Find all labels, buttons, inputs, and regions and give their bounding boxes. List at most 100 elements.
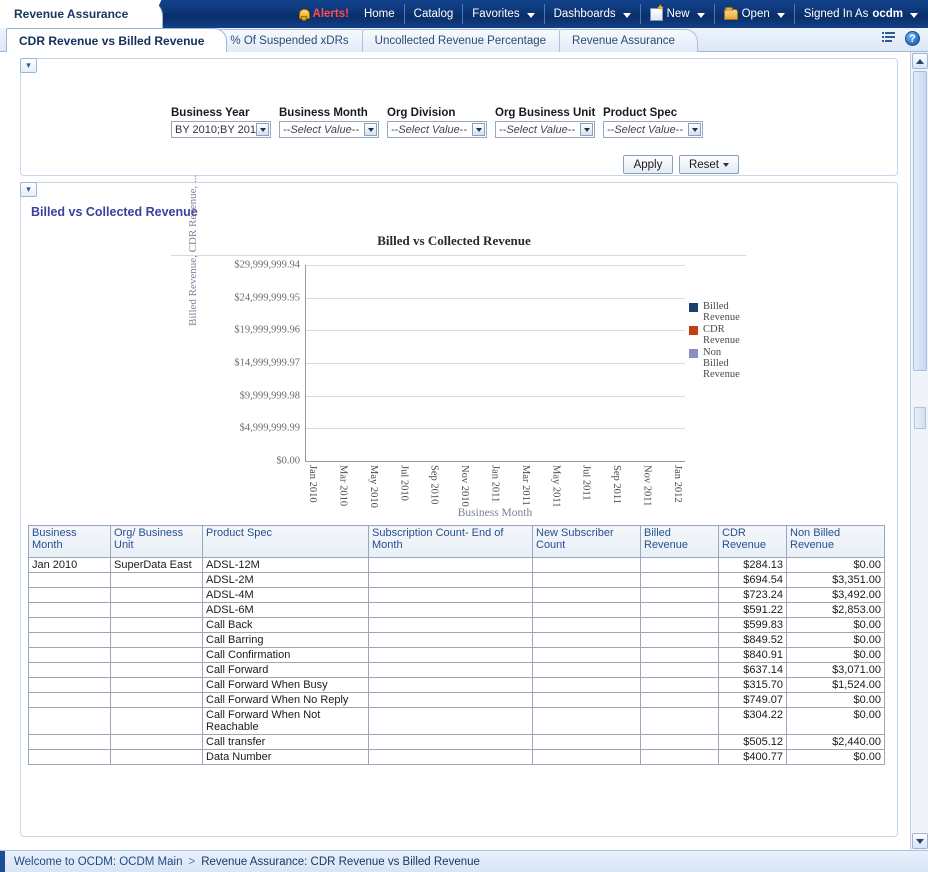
chevron-down-icon[interactable] [580,123,593,136]
cell-month [29,588,111,603]
chevron-down-icon [910,13,918,18]
cell-billed-revenue [641,750,719,765]
column-header-subscription-count[interactable]: Subscription Count- End of Month [369,526,533,558]
chart-y-tick-label: $9,999,999.98 [240,390,300,401]
apply-label: Apply [634,159,663,171]
chart-y-axis-label: Billed Revenue, CDR Revenue, ... [187,175,199,326]
collapse-report-panel-icon[interactable]: ▾ [20,182,37,197]
cell-org-business-unit [111,603,203,618]
scrollbar-track-mark[interactable] [914,407,926,429]
reset-button[interactable]: Reset [679,155,739,174]
cell-product-spec: ADSL-6M [203,603,369,618]
cell-month [29,735,111,750]
org-business-unit-select[interactable]: --Select Value-- [495,121,595,138]
tab-label: Uncollected Revenue Percentage [375,35,546,47]
org-division-select[interactable]: --Select Value-- [387,121,487,138]
column-header-business-month[interactable]: Business Month [29,526,111,558]
cell-month [29,693,111,708]
filter-actions: Apply Reset [623,155,739,174]
cell-non-billed-revenue: $0.00 [787,708,885,735]
column-header-billed-revenue[interactable]: Billed Revenue [641,526,719,558]
cell-month: Jan 2010 [29,558,111,573]
table-header-row: Business Month Org/ Business Unit Produc… [29,526,885,558]
tab-cdr-revenue-vs-billed-revenue[interactable]: CDR Revenue vs Billed Revenue [6,28,227,52]
report-panel: ▾ Billed vs Collected Revenue Billed vs … [20,182,898,837]
column-header-non-billed-revenue[interactable]: Non Billed Revenue [787,526,885,558]
column-header-new-subscriber-count[interactable]: New Subscriber Count [533,526,641,558]
table-row[interactable]: Call Forward When Not Reachable$304.22$0… [29,708,885,735]
cell-org-business-unit [111,693,203,708]
cell-org-business-unit [111,678,203,693]
filter-business-year: Business Year BY 2010;BY 2011; [171,107,271,138]
cell-org-business-unit [111,750,203,765]
nav-dashboards[interactable]: Dashboards [545,4,641,24]
chart-x-tick-label: Jan 2012 [672,465,683,503]
cell-billed-revenue [641,618,719,633]
table-row[interactable]: Call transfer$505.12$2,440.00 [29,735,885,750]
table-row[interactable]: ADSL-6M$591.22$2,853.00 [29,603,885,618]
column-header-cdr-revenue[interactable]: CDR Revenue [719,526,787,558]
chart-x-tick-label: Jan 2011 [490,465,501,502]
chart-y-axis-line [305,265,306,461]
nav-catalog[interactable]: Catalog [405,4,464,24]
breadcrumb-status-bar: Welcome to OCDM: OCDM Main > Revenue Ass… [0,850,928,872]
scrollbar-thumb[interactable] [913,71,927,371]
cell-subscription-count [369,735,533,750]
column-header-org-business-unit[interactable]: Org/ Business Unit [111,526,203,558]
chevron-down-icon [723,163,729,167]
global-nav: Alerts! Home Catalog Favorites Dashboard… [289,0,924,28]
table-row[interactable]: Jan 2010SuperData EastADSL-12M$284.13$0.… [29,558,885,573]
table-row[interactable]: Call Barring$849.52$0.00 [29,633,885,648]
tab-pct-of-suspended-xdrs[interactable]: % Of Suspended xDRs [217,29,371,52]
business-month-select[interactable]: --Select Value-- [279,121,379,138]
table-row[interactable]: ADSL-4M$723.24$3,492.00 [29,588,885,603]
nav-favorites[interactable]: Favorites [463,4,544,24]
cell-non-billed-revenue: $3,351.00 [787,573,885,588]
table-row[interactable]: ADSL-2M$694.54$3,351.00 [29,573,885,588]
table-row[interactable]: Call Forward When Busy$315.70$1,524.00 [29,678,885,693]
tab-revenue-assurance[interactable]: Revenue Assurance [559,29,698,52]
bell-icon [298,8,309,20]
table-row[interactable]: Call Confirmation$840.91$0.00 [29,648,885,663]
cell-non-billed-revenue: $0.00 [787,648,885,663]
scroll-down-button[interactable] [912,833,928,849]
chevron-down-icon [623,13,631,18]
breadcrumb-home[interactable]: Welcome to OCDM: OCDM Main [14,856,182,868]
chart-legend-item[interactable]: Billed Revenue [689,301,749,323]
scroll-up-button[interactable] [912,53,928,69]
chart-x-tick-label: Sep 2011 [611,465,622,504]
page-vertical-scrollbar[interactable] [910,52,928,850]
cell-cdr-revenue: $849.52 [719,633,787,648]
table-row[interactable]: Call Forward$637.14$3,071.00 [29,663,885,678]
billed-vs-collected-revenue-chart: Billed vs Collected Revenue Billed Reven… [21,231,887,531]
business-year-select[interactable]: BY 2010;BY 2011; [171,121,271,138]
table-row[interactable]: Call Forward When No Reply$749.07$0.00 [29,693,885,708]
cell-org-business-unit [111,618,203,633]
cell-subscription-count [369,750,533,765]
column-header-product-spec[interactable]: Product Spec [203,526,369,558]
cell-month [29,633,111,648]
nav-home[interactable]: Home [355,4,405,24]
cell-non-billed-revenue: $3,071.00 [787,663,885,678]
collapse-filter-panel-icon[interactable]: ▾ [20,58,37,73]
page-options-icon[interactable] [882,32,897,45]
product-spec-select[interactable]: --Select Value-- [603,121,703,138]
chart-legend-item[interactable]: CDR Revenue [689,324,749,346]
nav-alerts[interactable]: Alerts! [289,4,355,24]
help-icon[interactable]: ? [905,31,920,46]
tab-uncollected-revenue-percentage[interactable]: Uncollected Revenue Percentage [362,29,569,52]
apply-button[interactable]: Apply [623,155,673,174]
nav-open[interactable]: Open [715,4,795,24]
table-row[interactable]: Data Number$400.77$0.00 [29,750,885,765]
chevron-down-icon[interactable] [256,123,269,136]
cell-cdr-revenue: $723.24 [719,588,787,603]
chevron-down-icon[interactable] [364,123,377,136]
chart-legend-item[interactable]: Non Billed Revenue [689,347,749,380]
chevron-down-icon[interactable] [688,123,701,136]
cell-product-spec: Call Forward When Not Reachable [203,708,369,735]
chart-legend: Billed RevenueCDR RevenueNon Billed Reve… [689,301,749,381]
nav-new[interactable]: New [641,4,715,24]
chevron-down-icon[interactable] [472,123,485,136]
nav-signed-in-as[interactable]: Signed In As ocdm [795,4,924,24]
table-row[interactable]: Call Back$599.83$0.00 [29,618,885,633]
